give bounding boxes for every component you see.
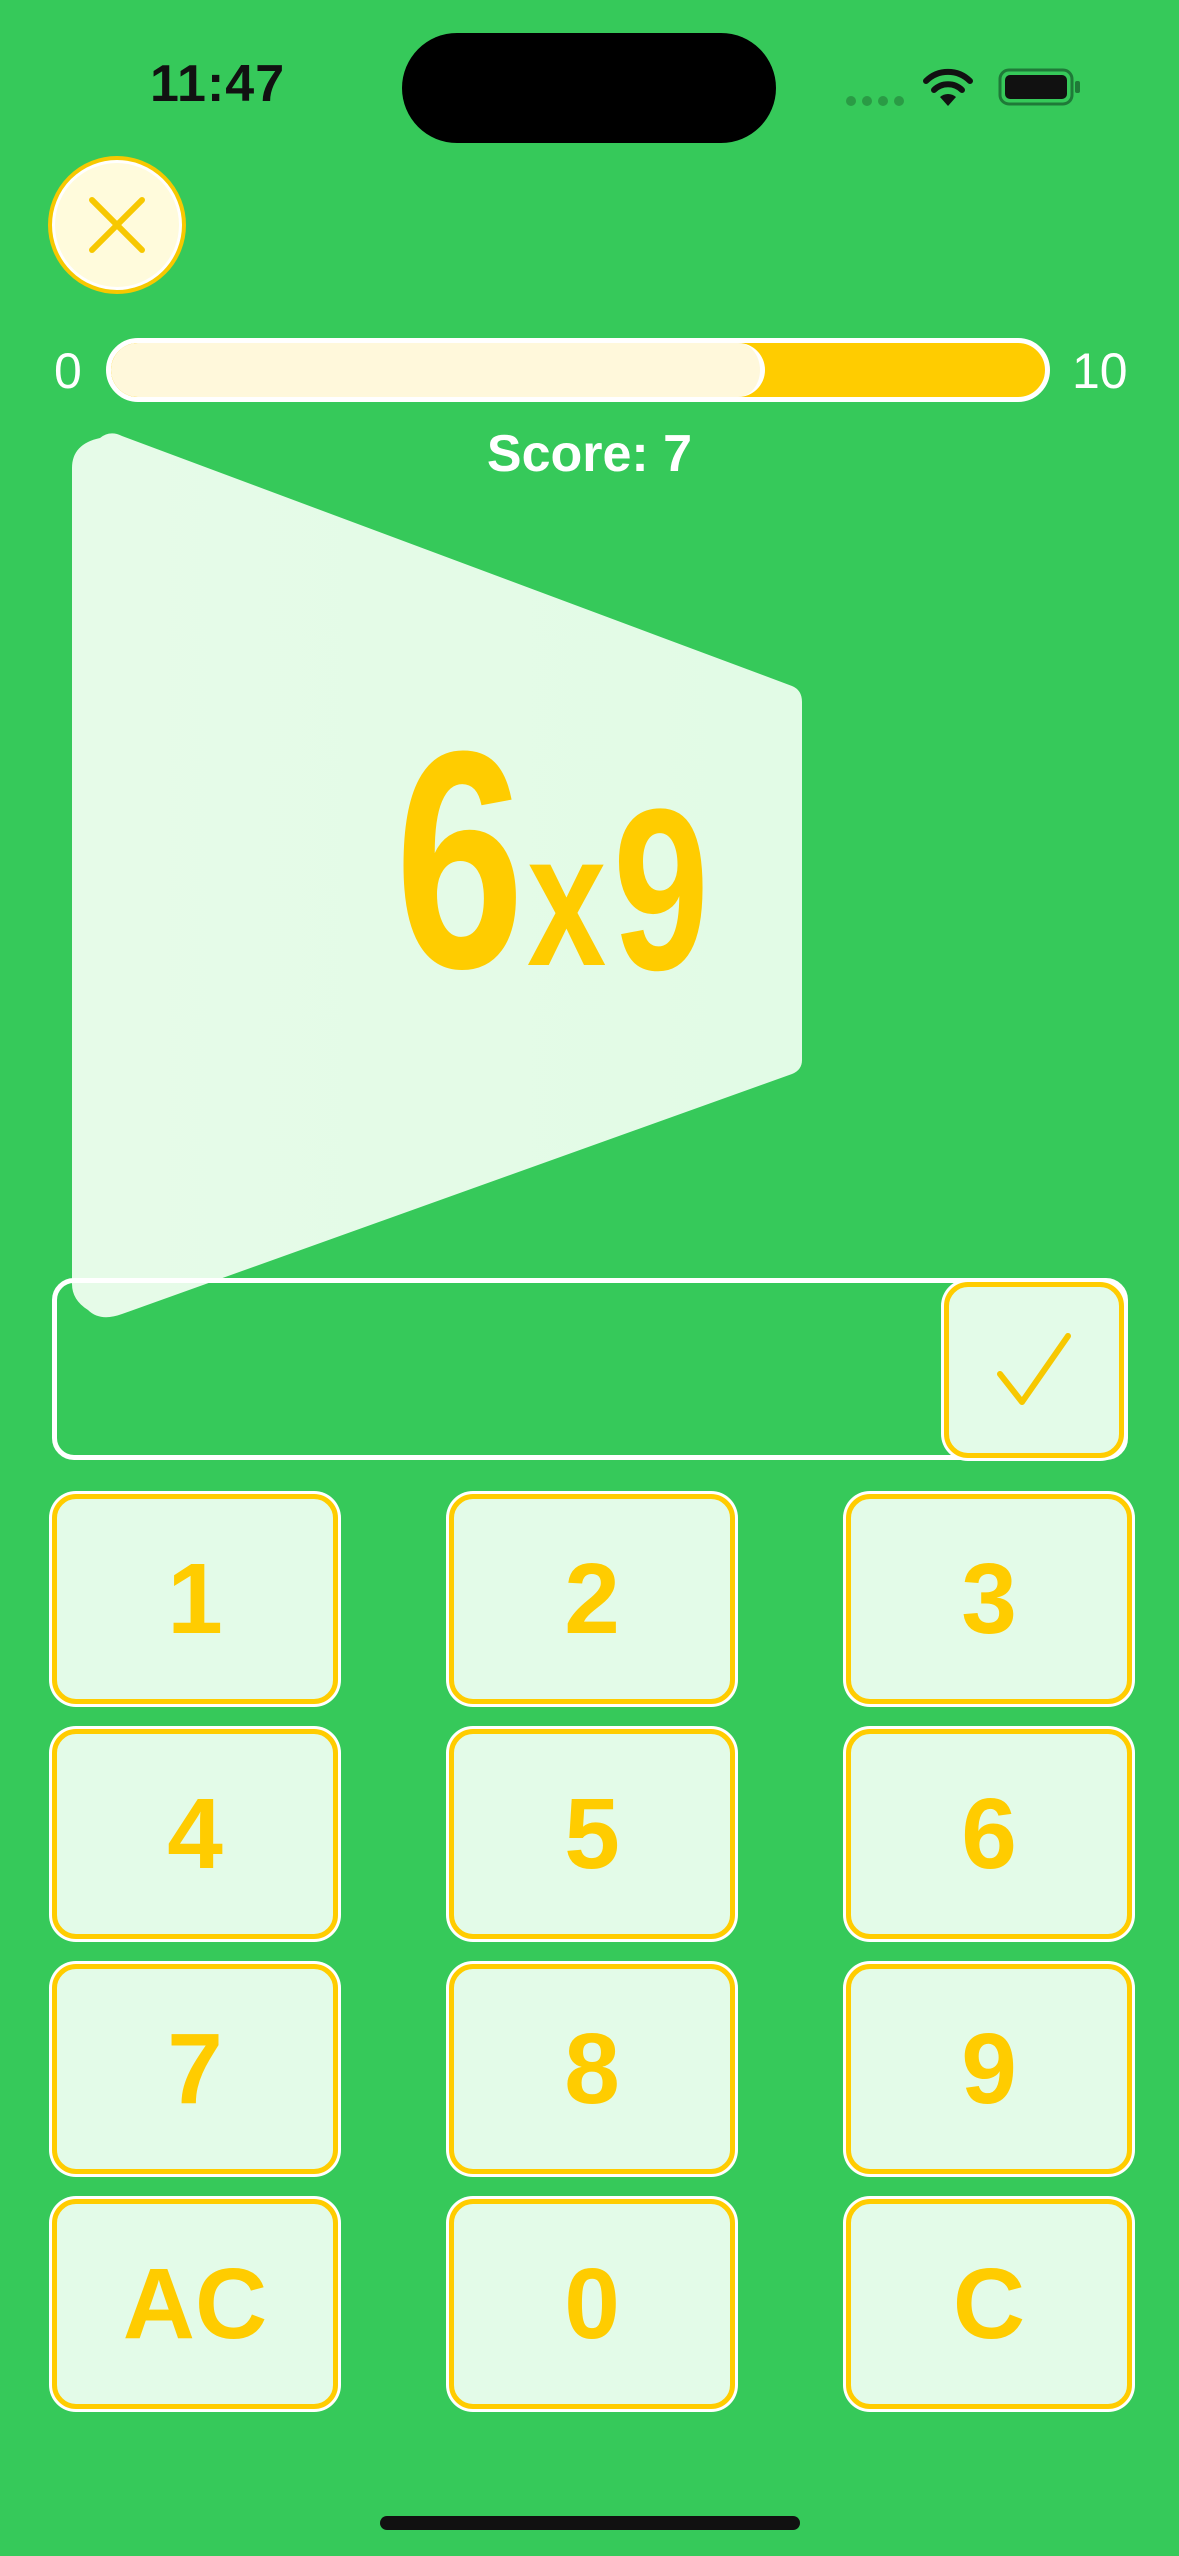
operand-a: 6 — [395, 686, 525, 1033]
key-3[interactable]: 3 — [846, 1494, 1132, 1704]
key-0[interactable]: 0 — [449, 2199, 735, 2409]
question-card — [72, 433, 802, 1318]
checkmark-icon — [997, 1333, 1071, 1405]
key-1[interactable]: 1 — [52, 1494, 338, 1704]
key-9[interactable]: 9 — [846, 1964, 1132, 2174]
submit-button[interactable] — [944, 1282, 1124, 1458]
key-clear[interactable]: C — [846, 2199, 1132, 2409]
key-8[interactable]: 8 — [449, 1964, 735, 2174]
key-5[interactable]: 5 — [449, 1729, 735, 1939]
question-text: 6 x 9 — [395, 686, 741, 1033]
home-indicator[interactable] — [380, 2516, 800, 2530]
key-2[interactable]: 2 — [449, 1494, 735, 1704]
key-7[interactable]: 7 — [52, 1964, 338, 2174]
key-6[interactable]: 6 — [846, 1729, 1132, 1939]
key-all-clear[interactable]: AC — [52, 2199, 338, 2409]
key-4[interactable]: 4 — [52, 1729, 338, 1939]
operator: x — [527, 794, 607, 1006]
operand-b: 9 — [613, 761, 710, 1018]
